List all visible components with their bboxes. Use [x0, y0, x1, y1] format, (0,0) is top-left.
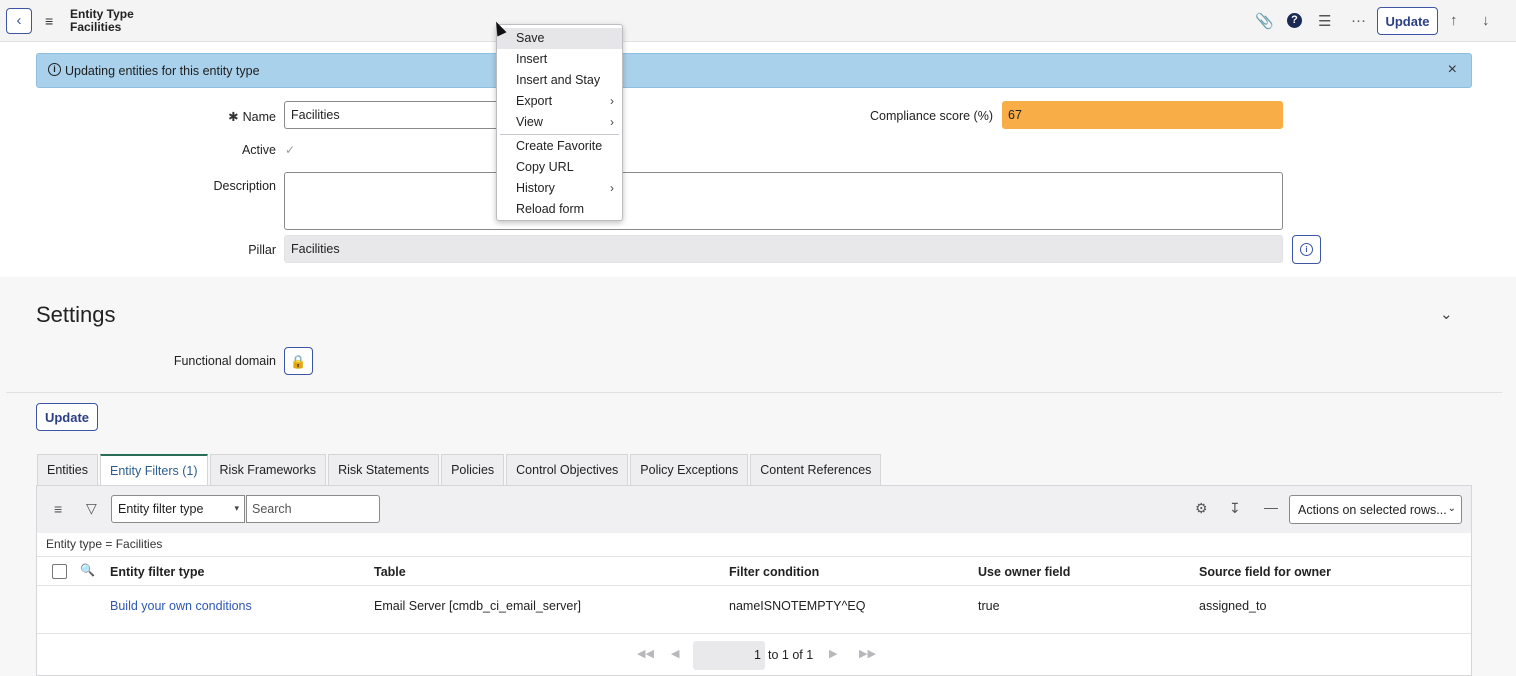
- cell-use-owner-field: true: [978, 599, 1000, 613]
- download-icon[interactable]: ↧: [1229, 500, 1241, 517]
- functional-domain-label: Functional domain: [173, 354, 276, 368]
- menu-item-history[interactable]: History ›: [497, 178, 622, 199]
- compliance-score-field: 67: [1002, 101, 1283, 129]
- cell-filter-condition: nameISNOTEMPTY^EQ: [729, 599, 866, 613]
- section-divider: [6, 392, 1502, 393]
- info-banner: i Updating entities for this entity type…: [36, 53, 1472, 88]
- search-input[interactable]: Search: [246, 495, 380, 523]
- back-button[interactable]: ‹: [6, 8, 32, 34]
- banner-message: Updating entities for this entity type: [65, 64, 260, 78]
- cell-source-field: assigned_to: [1199, 599, 1267, 613]
- settings-title: Settings: [36, 302, 116, 327]
- chevron-right-icon: ›: [610, 181, 614, 195]
- filter-field-select[interactable]: Entity filter type ▾: [111, 495, 245, 523]
- hamburger-menu-icon[interactable]: ≡: [45, 13, 53, 29]
- menu-item-export[interactable]: Export ›: [497, 91, 622, 112]
- pillar-label: Pillar: [248, 243, 276, 257]
- list-menu-icon[interactable]: ≡: [54, 501, 62, 517]
- first-page-icon[interactable]: ◀◀: [637, 647, 654, 660]
- context-menu: Save Insert Insert and Stay Export › View…: [496, 24, 623, 221]
- search-icon[interactable]: 🔍: [80, 563, 95, 577]
- column-table[interactable]: Table: [374, 565, 406, 579]
- cell-entity-filter-type[interactable]: Build your own conditions: [110, 599, 252, 613]
- update-button[interactable]: Update: [36, 403, 98, 431]
- record-title: Entity Type Facilities: [70, 8, 134, 34]
- settings-sliders-icon[interactable]: ☰: [1318, 12, 1331, 30]
- menu-item-reload-form[interactable]: Reload form: [497, 199, 622, 220]
- filter-icon[interactable]: ▽: [86, 500, 97, 517]
- required-icon: ✱: [228, 110, 239, 124]
- menu-item-insert[interactable]: Insert: [497, 49, 622, 70]
- active-checkbox[interactable]: ✓: [285, 144, 298, 157]
- last-page-icon[interactable]: ▶▶: [859, 647, 876, 660]
- column-source-field-for-owner[interactable]: Source field for owner: [1199, 565, 1331, 579]
- chevron-right-icon: ›: [610, 94, 614, 108]
- chevron-left-icon: ‹: [16, 12, 22, 29]
- info-icon: i: [1300, 243, 1313, 256]
- related-list-tabs: Entities Entity Filters (1) Risk Framewo…: [37, 454, 883, 486]
- page-summary: to 1 of 1: [768, 648, 814, 662]
- tab-policy-exceptions[interactable]: Policy Exceptions: [630, 454, 749, 485]
- list-breadcrumb[interactable]: Entity type = Facilities: [46, 537, 162, 551]
- pillar-info-button[interactable]: i: [1292, 235, 1321, 264]
- description-field[interactable]: [284, 172, 1283, 230]
- active-label: Active: [241, 143, 276, 157]
- tab-entity-filters[interactable]: Entity Filters (1): [100, 454, 208, 486]
- name-field[interactable]: Facilities: [284, 101, 498, 129]
- close-icon[interactable]: ×: [1448, 61, 1457, 79]
- previous-page-icon[interactable]: ◀: [671, 647, 679, 660]
- table-header: Entity filter type Table Filter conditio…: [37, 556, 1471, 586]
- cell-table: Email Server [cmdb_ci_email_server]: [374, 599, 582, 613]
- chevron-right-icon: ›: [610, 115, 614, 129]
- info-icon: i: [48, 63, 61, 76]
- entity-filters-list: ≡ ▽ Entity filter type ▾ Search ⚙ ↧ — Act…: [36, 485, 1472, 676]
- record-name: Facilities: [70, 20, 122, 34]
- tab-entities[interactable]: Entities: [37, 454, 98, 485]
- attachment-icon[interactable]: 📎: [1255, 12, 1274, 30]
- column-use-owner-field[interactable]: Use owner field: [978, 565, 1070, 579]
- gear-icon[interactable]: ⚙: [1195, 500, 1208, 517]
- chevron-down-icon[interactable]: ⌄: [1440, 305, 1453, 323]
- functional-domain-lock-button[interactable]: 🔒: [284, 347, 313, 375]
- name-label: ✱ Name: [228, 110, 276, 124]
- menu-item-insert-and-stay[interactable]: Insert and Stay: [497, 70, 622, 91]
- form-header: ‹ ≡ Entity Type Facilities 📎 ? ☰ ··· Upd…: [0, 0, 1516, 42]
- lock-icon: 🔒: [290, 353, 307, 369]
- chevron-down-icon: ⌄: [1447, 503, 1456, 514]
- menu-item-create-favorite[interactable]: Create Favorite: [497, 136, 622, 157]
- tab-control-objectives[interactable]: Control Objectives: [506, 454, 629, 485]
- previous-record-icon[interactable]: ↑: [1450, 12, 1458, 29]
- tab-risk-frameworks[interactable]: Risk Frameworks: [209, 454, 327, 485]
- help-icon[interactable]: ?: [1287, 13, 1302, 28]
- tab-content-references[interactable]: Content References: [750, 454, 882, 485]
- pillar-field: Facilities: [284, 235, 1283, 263]
- compliance-score-label: Compliance score (%): [870, 109, 993, 123]
- column-entity-filter-type[interactable]: Entity filter type: [110, 565, 204, 579]
- menu-item-save[interactable]: Save: [497, 28, 622, 49]
- tab-policies[interactable]: Policies: [441, 454, 505, 485]
- select-all-checkbox[interactable]: [52, 564, 67, 579]
- menu-item-view[interactable]: View ›: [497, 112, 622, 133]
- caret-down-icon: ▾: [234, 503, 239, 513]
- collapse-icon[interactable]: —: [1264, 499, 1278, 515]
- tab-risk-statements[interactable]: Risk Statements: [328, 454, 440, 485]
- pagination: ◀◀ ◀ 1 to 1 of 1 ▶ ▶▶: [37, 633, 1471, 676]
- more-options-icon[interactable]: ···: [1351, 12, 1366, 29]
- header-update-button[interactable]: Update: [1377, 7, 1438, 35]
- next-record-icon[interactable]: ↓: [1482, 12, 1490, 29]
- next-page-icon[interactable]: ▶: [829, 647, 837, 660]
- menu-separator: [500, 134, 619, 135]
- description-label: Description: [213, 179, 276, 193]
- page-input[interactable]: 1: [693, 641, 765, 670]
- column-filter-condition[interactable]: Filter condition: [729, 565, 819, 579]
- list-toolbar: ≡ ▽ Entity filter type ▾ Search ⚙ ↧ — Act…: [37, 486, 1471, 533]
- actions-select[interactable]: Actions on selected rows... ⌄: [1289, 495, 1462, 524]
- menu-item-copy-url[interactable]: Copy URL: [497, 157, 622, 178]
